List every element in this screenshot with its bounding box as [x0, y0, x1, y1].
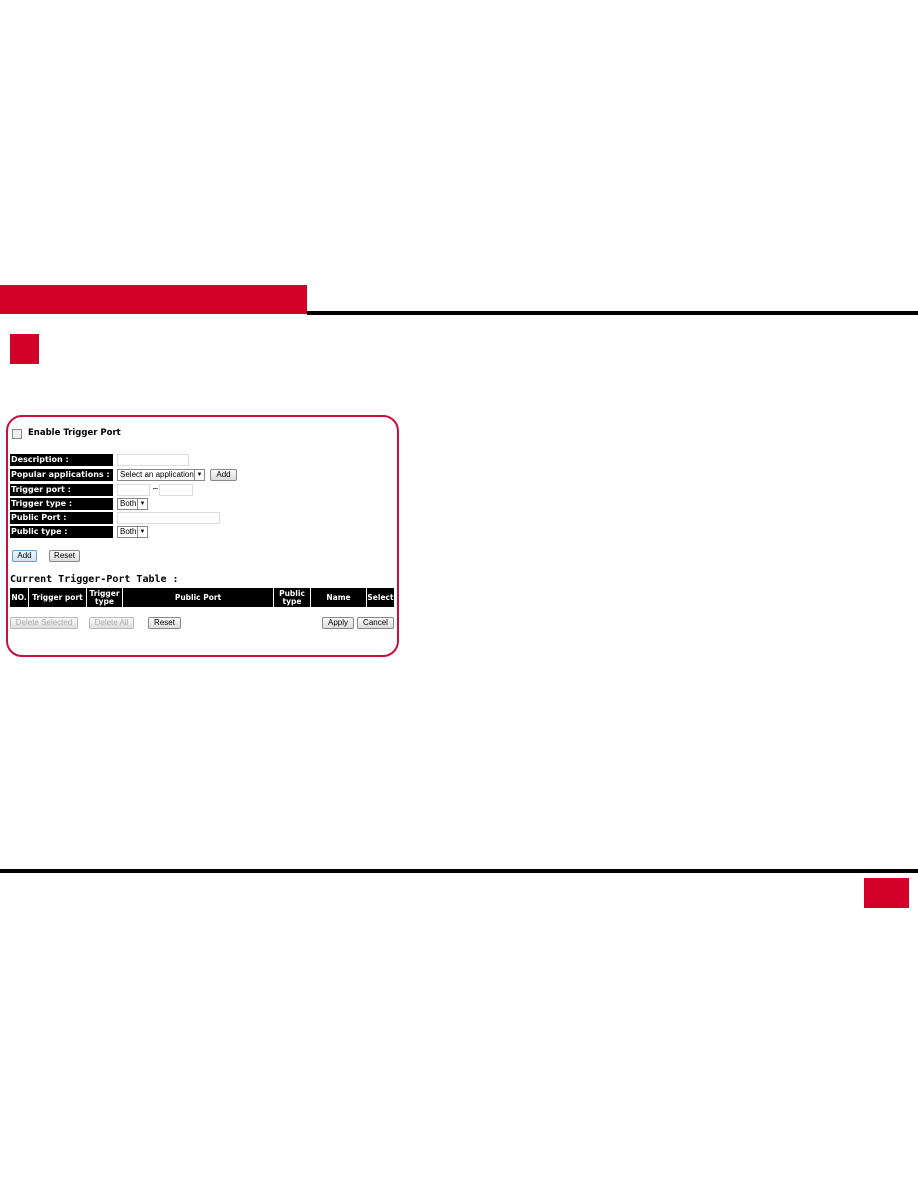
public-port-input[interactable] [117, 512, 220, 524]
select-value: Select an application [120, 470, 194, 479]
section-marker [10, 334, 39, 364]
apply-button[interactable]: Apply [322, 617, 354, 629]
tilde: ~ [152, 484, 159, 493]
col-select: Select [367, 588, 394, 607]
popular-applications-select[interactable]: Select an application ▼ [117, 469, 205, 481]
col-public-type: Public type [274, 588, 310, 607]
col-public-port: Public Port [123, 588, 273, 607]
select-value: Both [120, 527, 137, 536]
header-rule [307, 311, 918, 315]
public-type-select[interactable]: Both ▼ [117, 526, 148, 538]
delete-selected-button[interactable]: Delete Selected [10, 617, 78, 629]
trigger-port-label: Trigger port : [10, 484, 113, 496]
public-type-label: Public type : [10, 526, 113, 538]
col-trigger-port: Trigger port [29, 588, 86, 607]
trigger-port-start-input[interactable] [117, 484, 150, 496]
add-application-button[interactable]: Add [210, 469, 237, 481]
chevron-down-icon: ▼ [137, 499, 147, 509]
select-value: Both [120, 499, 137, 508]
header-red-bar [0, 285, 307, 314]
popular-applications-label: Popular applications : [10, 469, 113, 481]
add-button[interactable]: Add [12, 550, 37, 562]
enable-trigger-port-checkbox[interactable] [12, 429, 22, 439]
table-reset-button[interactable]: Reset [148, 617, 181, 629]
trigger-port-end-input[interactable] [159, 484, 193, 496]
public-port-label: Public Port : [10, 512, 113, 524]
description-input[interactable] [117, 454, 189, 466]
table-title: Current Trigger-Port Table : [10, 574, 179, 585]
reset-button[interactable]: Reset [49, 550, 80, 562]
enable-trigger-port-label: Enable Trigger Port [28, 428, 121, 438]
col-trigger-type: Trigger type [87, 588, 122, 607]
chevron-down-icon: ▼ [194, 470, 204, 480]
trigger-type-label: Trigger type : [10, 498, 113, 510]
col-no: NO. [10, 588, 28, 607]
description-label: Description : [10, 454, 113, 466]
chevron-down-icon: ▼ [137, 527, 147, 537]
delete-all-button[interactable]: Delete All [89, 617, 134, 629]
cancel-button[interactable]: Cancel [357, 617, 394, 629]
footer-rule [0, 869, 918, 873]
trigger-type-select[interactable]: Both ▼ [117, 498, 148, 510]
page-number-box [864, 878, 909, 908]
col-name: Name [311, 588, 366, 607]
